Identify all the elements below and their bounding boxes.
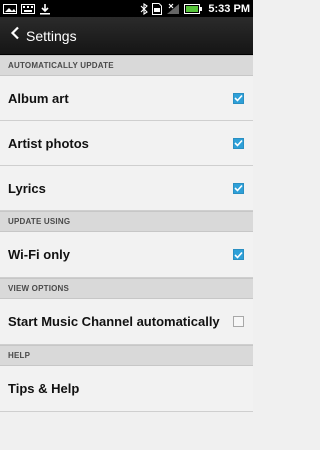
status-left-icons — [3, 3, 51, 15]
settings-list: AUTOMATICALLY UPDATE Album art Artist ph… — [0, 55, 253, 412]
setting-row-tips-help[interactable]: Tips & Help — [0, 366, 253, 412]
album-art-checkbox[interactable] — [233, 92, 244, 104]
check-icon — [234, 94, 243, 102]
status-clock: 5:33 PM — [208, 3, 250, 15]
status-right-icons: 5:33 PM — [140, 2, 250, 15]
start-music-channel-checkbox[interactable] — [233, 316, 244, 327]
section-header-update-using: UPDATE USING — [0, 211, 253, 232]
check-icon — [234, 139, 243, 147]
section-header-automatically-update: AUTOMATICALLY UPDATE — [0, 55, 253, 76]
clock-time: 5:33 — [208, 2, 231, 15]
battery-icon — [184, 3, 203, 15]
setting-label: Lyrics — [8, 180, 46, 196]
setting-row-start-music-channel[interactable]: Start Music Channel automatically — [0, 299, 253, 345]
section-header-help: HELP — [0, 345, 253, 366]
clock-period: PM — [233, 2, 251, 15]
status-bar: 5:33 PM — [0, 0, 253, 17]
download-icon — [39, 3, 51, 15]
setting-row-album-art[interactable]: Album art — [0, 76, 253, 121]
setting-label: Start Music Channel automatically — [8, 314, 220, 329]
setting-row-wifi-only[interactable]: Wi-Fi only — [0, 232, 253, 278]
keyboard-icon — [21, 3, 35, 15]
setting-label: Artist photos — [8, 135, 89, 151]
chevron-left-icon — [10, 26, 20, 45]
back-button[interactable] — [0, 17, 26, 54]
photo-notification-icon — [3, 3, 17, 15]
setting-label: Tips & Help — [8, 381, 80, 396]
check-icon — [234, 251, 243, 259]
section-header-view-options: VIEW OPTIONS — [0, 278, 253, 299]
page-title: Settings — [26, 27, 77, 44]
check-icon — [234, 184, 243, 192]
action-bar: Settings — [0, 17, 253, 55]
sim-icon — [152, 2, 163, 15]
wifi-only-checkbox[interactable] — [233, 249, 244, 260]
no-signal-icon — [166, 3, 180, 15]
setting-label: Album art — [8, 90, 69, 106]
bluetooth-icon — [140, 2, 149, 15]
lyrics-checkbox[interactable] — [233, 182, 244, 194]
setting-row-artist-photos[interactable]: Artist photos — [0, 121, 253, 166]
setting-label: Wi-Fi only — [8, 247, 70, 262]
setting-row-lyrics[interactable]: Lyrics — [0, 166, 253, 211]
artist-photos-checkbox[interactable] — [233, 137, 244, 149]
